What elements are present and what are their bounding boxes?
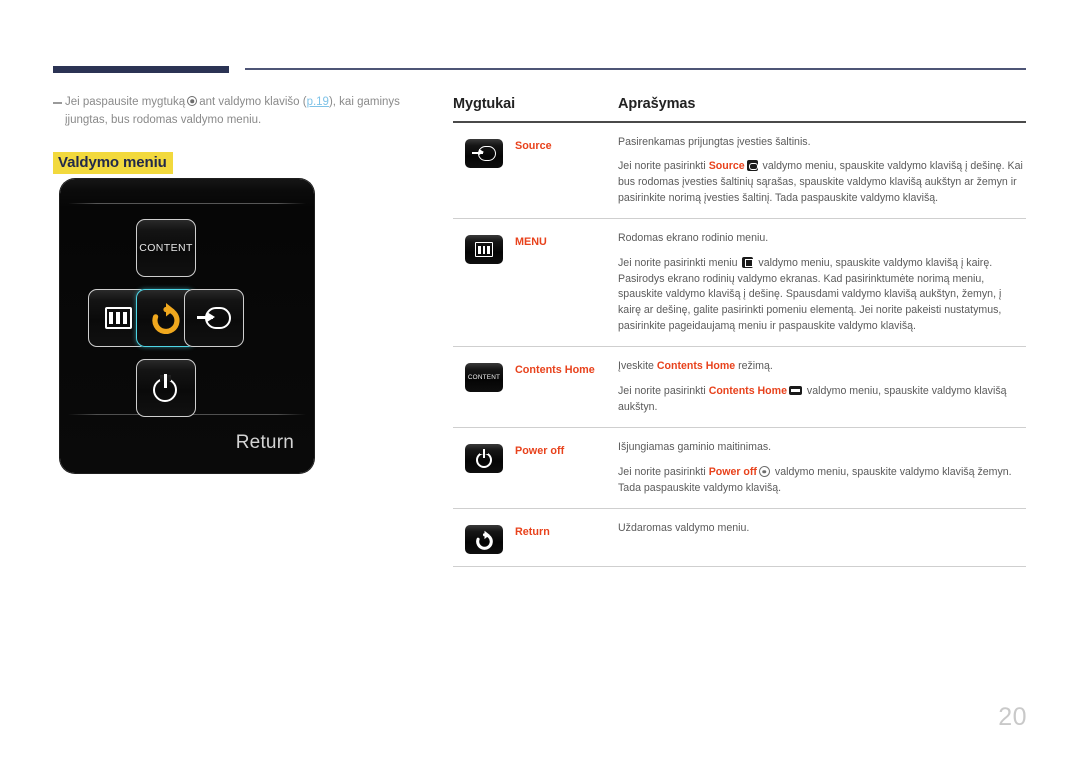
content-inline-icon [788, 385, 802, 395]
row-icon-cell [453, 231, 515, 265]
control-menu-diagram: CONTENT Return [60, 179, 314, 473]
row-button-name: Power off [515, 445, 565, 458]
desc-line-2: Jei norite pasirinkti Power off valdymo … [618, 465, 1026, 496]
power-icon [465, 444, 503, 474]
page-number: 20 [998, 703, 1027, 731]
desc-2-pre: Jei norite pasirinkti meniu [618, 256, 741, 269]
source-inline-icon [746, 160, 758, 172]
row-icon-cell [453, 521, 515, 555]
row-button-name: Return [515, 526, 550, 539]
joystick-icon [187, 96, 198, 106]
desc-line-1: Uždaromas valdymo meniu. [618, 522, 750, 535]
row-icon-cell: CONTENT [453, 359, 515, 393]
row-description: Uždaromas valdymo meniu. [618, 521, 1026, 537]
desc-2-keyword: Power off [708, 466, 757, 478]
desc-2-pre: Jei norite pasirinkti [618, 384, 709, 397]
buttons-table: Mygtukai Aprašymas Source Pasirenkamas p… [453, 96, 1026, 568]
header-rule-thick [53, 66, 229, 73]
table-header-row: Mygtukai Aprašymas [453, 96, 1026, 121]
table-row: Return Uždaromas valdymo meniu. [453, 509, 1026, 566]
row-button-name: MENU [515, 236, 547, 249]
row-button-name: Source [515, 139, 552, 152]
row-description: Rodomas ekrano rodinio meniu. Jei norite… [618, 231, 1026, 334]
return-arrow-glyph [475, 530, 493, 550]
row-divider [453, 566, 1026, 568]
return-arrow-icon [152, 303, 180, 334]
desc-1-keyword: Contents Home [656, 360, 736, 373]
header-rule-thin [245, 68, 1026, 70]
intro-note: Jei paspausite mygtuką ant valdymo klaviš… [53, 94, 428, 130]
source-icon [197, 307, 231, 329]
source-icon [465, 138, 503, 168]
diagram-power-key[interactable] [136, 359, 196, 417]
desc-2-pre: Jei norite pasirinkti [618, 160, 709, 173]
row-description: Pasirenkamas prijungtas įvesties šaltini… [618, 135, 1026, 207]
intro-text-before: Jei paspausite mygtuką [65, 96, 186, 108]
row-button-name: Contents Home [515, 364, 595, 377]
desc-2-pre: Jei norite pasirinkti [618, 466, 709, 478]
desc-line-1: Įveskite Contents Home režimą. [618, 359, 1026, 375]
menu-inline-icon [742, 256, 754, 268]
row-description: Išjungiamas gaminio maitinimas. Jei nori… [618, 440, 1026, 496]
desc-1-post: režimą. [735, 360, 773, 373]
note-dash [53, 102, 62, 104]
desc-line-1: Rodomas ekrano rodinio meniu. [618, 232, 769, 245]
menu-icon [104, 307, 132, 329]
diagram-return-label: Return [235, 432, 294, 453]
diagram-source-key[interactable] [184, 289, 244, 347]
diagram-content-label: CONTENT [139, 242, 193, 254]
table-row: Power off Išjungiamas gaminio maitinimas… [453, 428, 1026, 508]
desc-line-2: Jei norite pasirinkti Contents Home vald… [618, 384, 1026, 415]
return-arrow-icon [465, 525, 503, 555]
manual-page: Jei paspausite mygtuką ant valdymo klaviš… [0, 0, 1080, 763]
desc-line-1: Pasirenkamas prijungtas įvesties šaltini… [618, 135, 811, 148]
column-header-buttons: Mygtukai [453, 96, 516, 112]
desc-1-pre: Įveskite [618, 360, 657, 373]
content-tile-label: CONTENT [467, 374, 501, 382]
table-row: CONTENT Contents Home Įveskite Contents … [453, 347, 1026, 427]
table-row: Source Pasirenkamas prijungtas įvesties … [453, 123, 1026, 219]
row-icon-cell [453, 135, 515, 168]
power-inline-icon [758, 466, 770, 477]
left-column: Jei paspausite mygtuką ant valdymo klaviš… [53, 94, 433, 174]
page-reference-link[interactable]: p.19 [307, 96, 329, 108]
desc-line-1: Išjungiamas gaminio maitinimas. [618, 441, 772, 454]
table-row: MENU Rodomas ekrano rodinio meniu. Jei n… [453, 219, 1026, 346]
desc-line-2: Jei norite pasirinkti Source valdymo men… [618, 159, 1026, 206]
page-title: Valdymo meniu [53, 151, 173, 174]
diagram-top-divider [68, 203, 306, 204]
row-description: Įveskite Contents Home režimą. Jei norit… [618, 359, 1026, 415]
power-icon [153, 374, 179, 402]
column-header-description: Aprašymas [618, 96, 696, 112]
content-icon: CONTENT [465, 363, 503, 393]
desc-line-2: Jei norite pasirinkti meniu valdymo meni… [618, 256, 1026, 334]
row-icon-cell [453, 440, 515, 474]
menu-icon [465, 235, 503, 265]
desc-2-keyword: Source [708, 160, 745, 173]
intro-text-after: ant valdymo klavišo ( [199, 96, 307, 108]
diagram-content-key[interactable]: CONTENT [136, 219, 196, 277]
desc-2-keyword: Contents Home [708, 384, 787, 397]
